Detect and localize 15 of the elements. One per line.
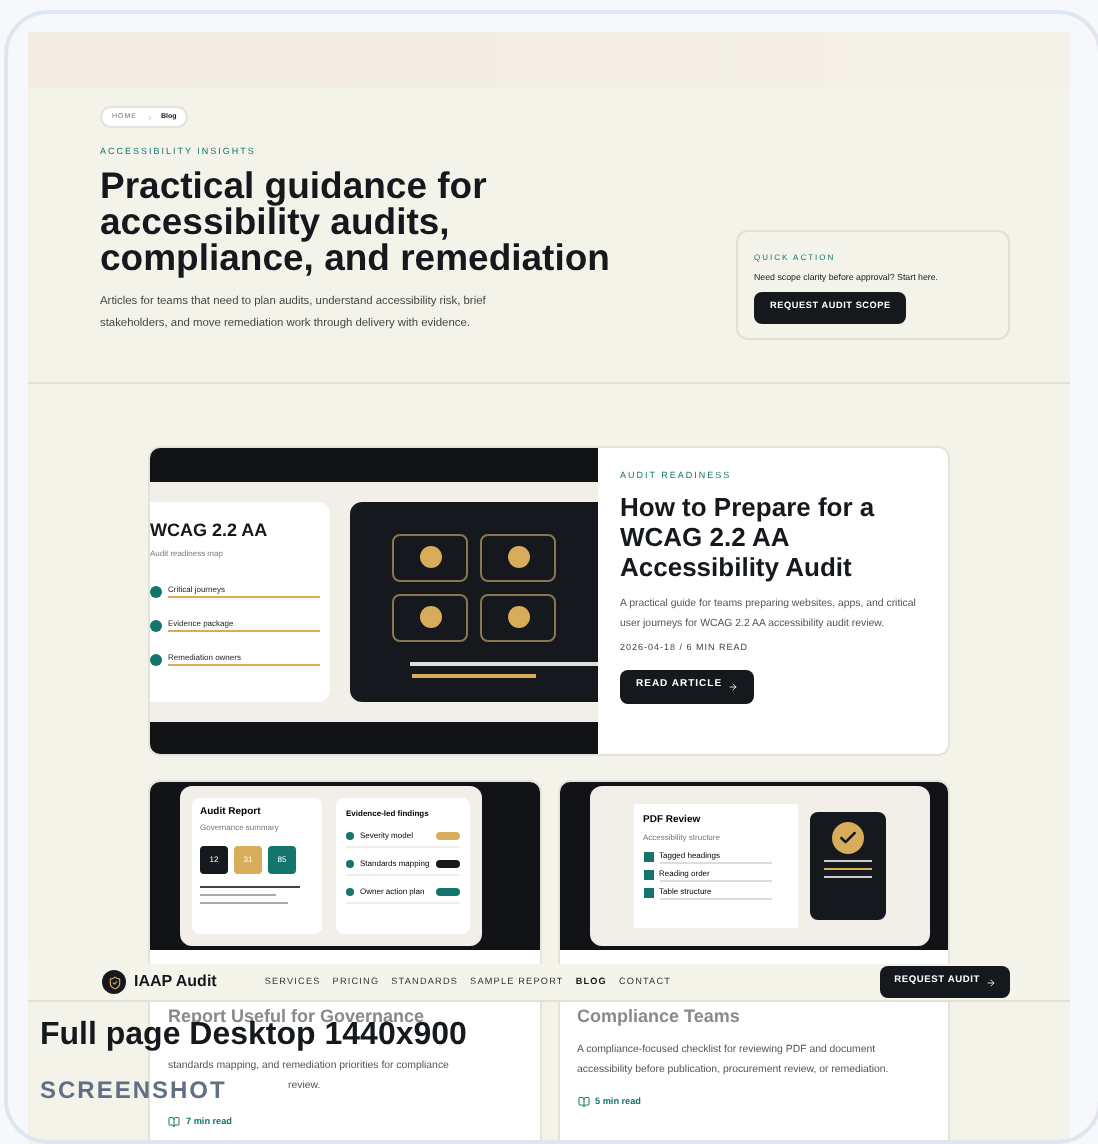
bullet-square-icon: [643, 870, 653, 880]
caption-subtitle: SCREENSHOT: [40, 1078, 227, 1104]
illustration-title: WCAG 2.2 AA: [150, 517, 270, 543]
shield-logo-icon: [102, 970, 126, 994]
badge-panel-drawing: [809, 812, 885, 920]
bullet-square-icon: [643, 888, 653, 898]
hero-title: Practical guidance for accessibility audits, compliance, and remediation: [100, 167, 612, 276]
arrow-right-icon: [986, 977, 996, 987]
brand-name: IAAP Audit: [134, 970, 217, 994]
arrow-right-icon: [728, 681, 739, 691]
book-icon: [577, 1096, 589, 1109]
article-title: Compliance Teams: [577, 1006, 742, 1026]
article-title: How to Prepare for a WCAG 2.2 AA Accessibility Audit: [620, 491, 877, 582]
bullet-square-icon: [643, 852, 653, 862]
book-icon: [168, 1116, 180, 1129]
